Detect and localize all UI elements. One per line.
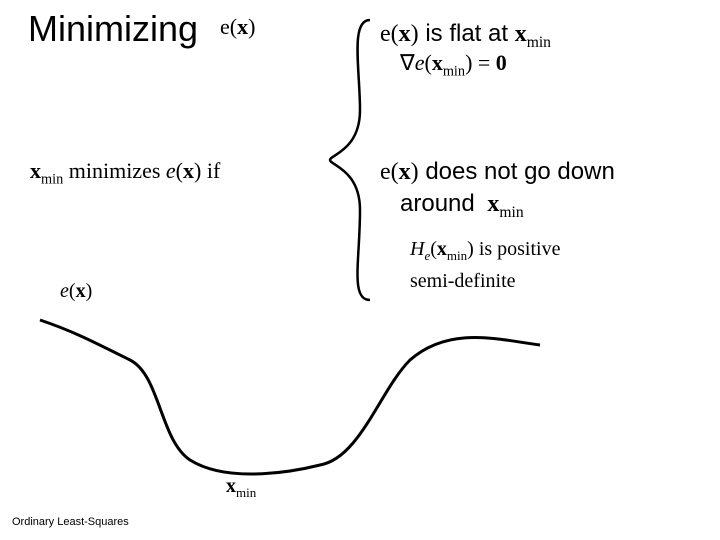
footer-text: Ordinary Least-Squares <box>12 516 129 528</box>
curve-label-xmin: xmin <box>226 475 256 501</box>
curve-label-ex: e(x) <box>60 280 92 303</box>
curly-brace <box>320 10 380 310</box>
flat-condition-line: e(x) is flat at xmin <box>380 20 551 52</box>
minimizes-condition: xmin minimizes e(x) if <box>30 158 220 188</box>
slide: Minimizing e(x) e(x) is flat at xmin ∇e(… <box>0 0 720 540</box>
expr-e-of-x-title: e(x) <box>220 14 255 40</box>
page-title: Minimizing <box>28 8 198 50</box>
hessian-line: He(xmin) is positive <box>410 238 560 264</box>
not-down-line: e(x) does not go down <box>380 158 615 186</box>
around-line: around xmin <box>400 190 524 222</box>
function-curve <box>30 290 550 490</box>
gradient-zero: ∇e(xmin) = 0 <box>400 50 507 80</box>
